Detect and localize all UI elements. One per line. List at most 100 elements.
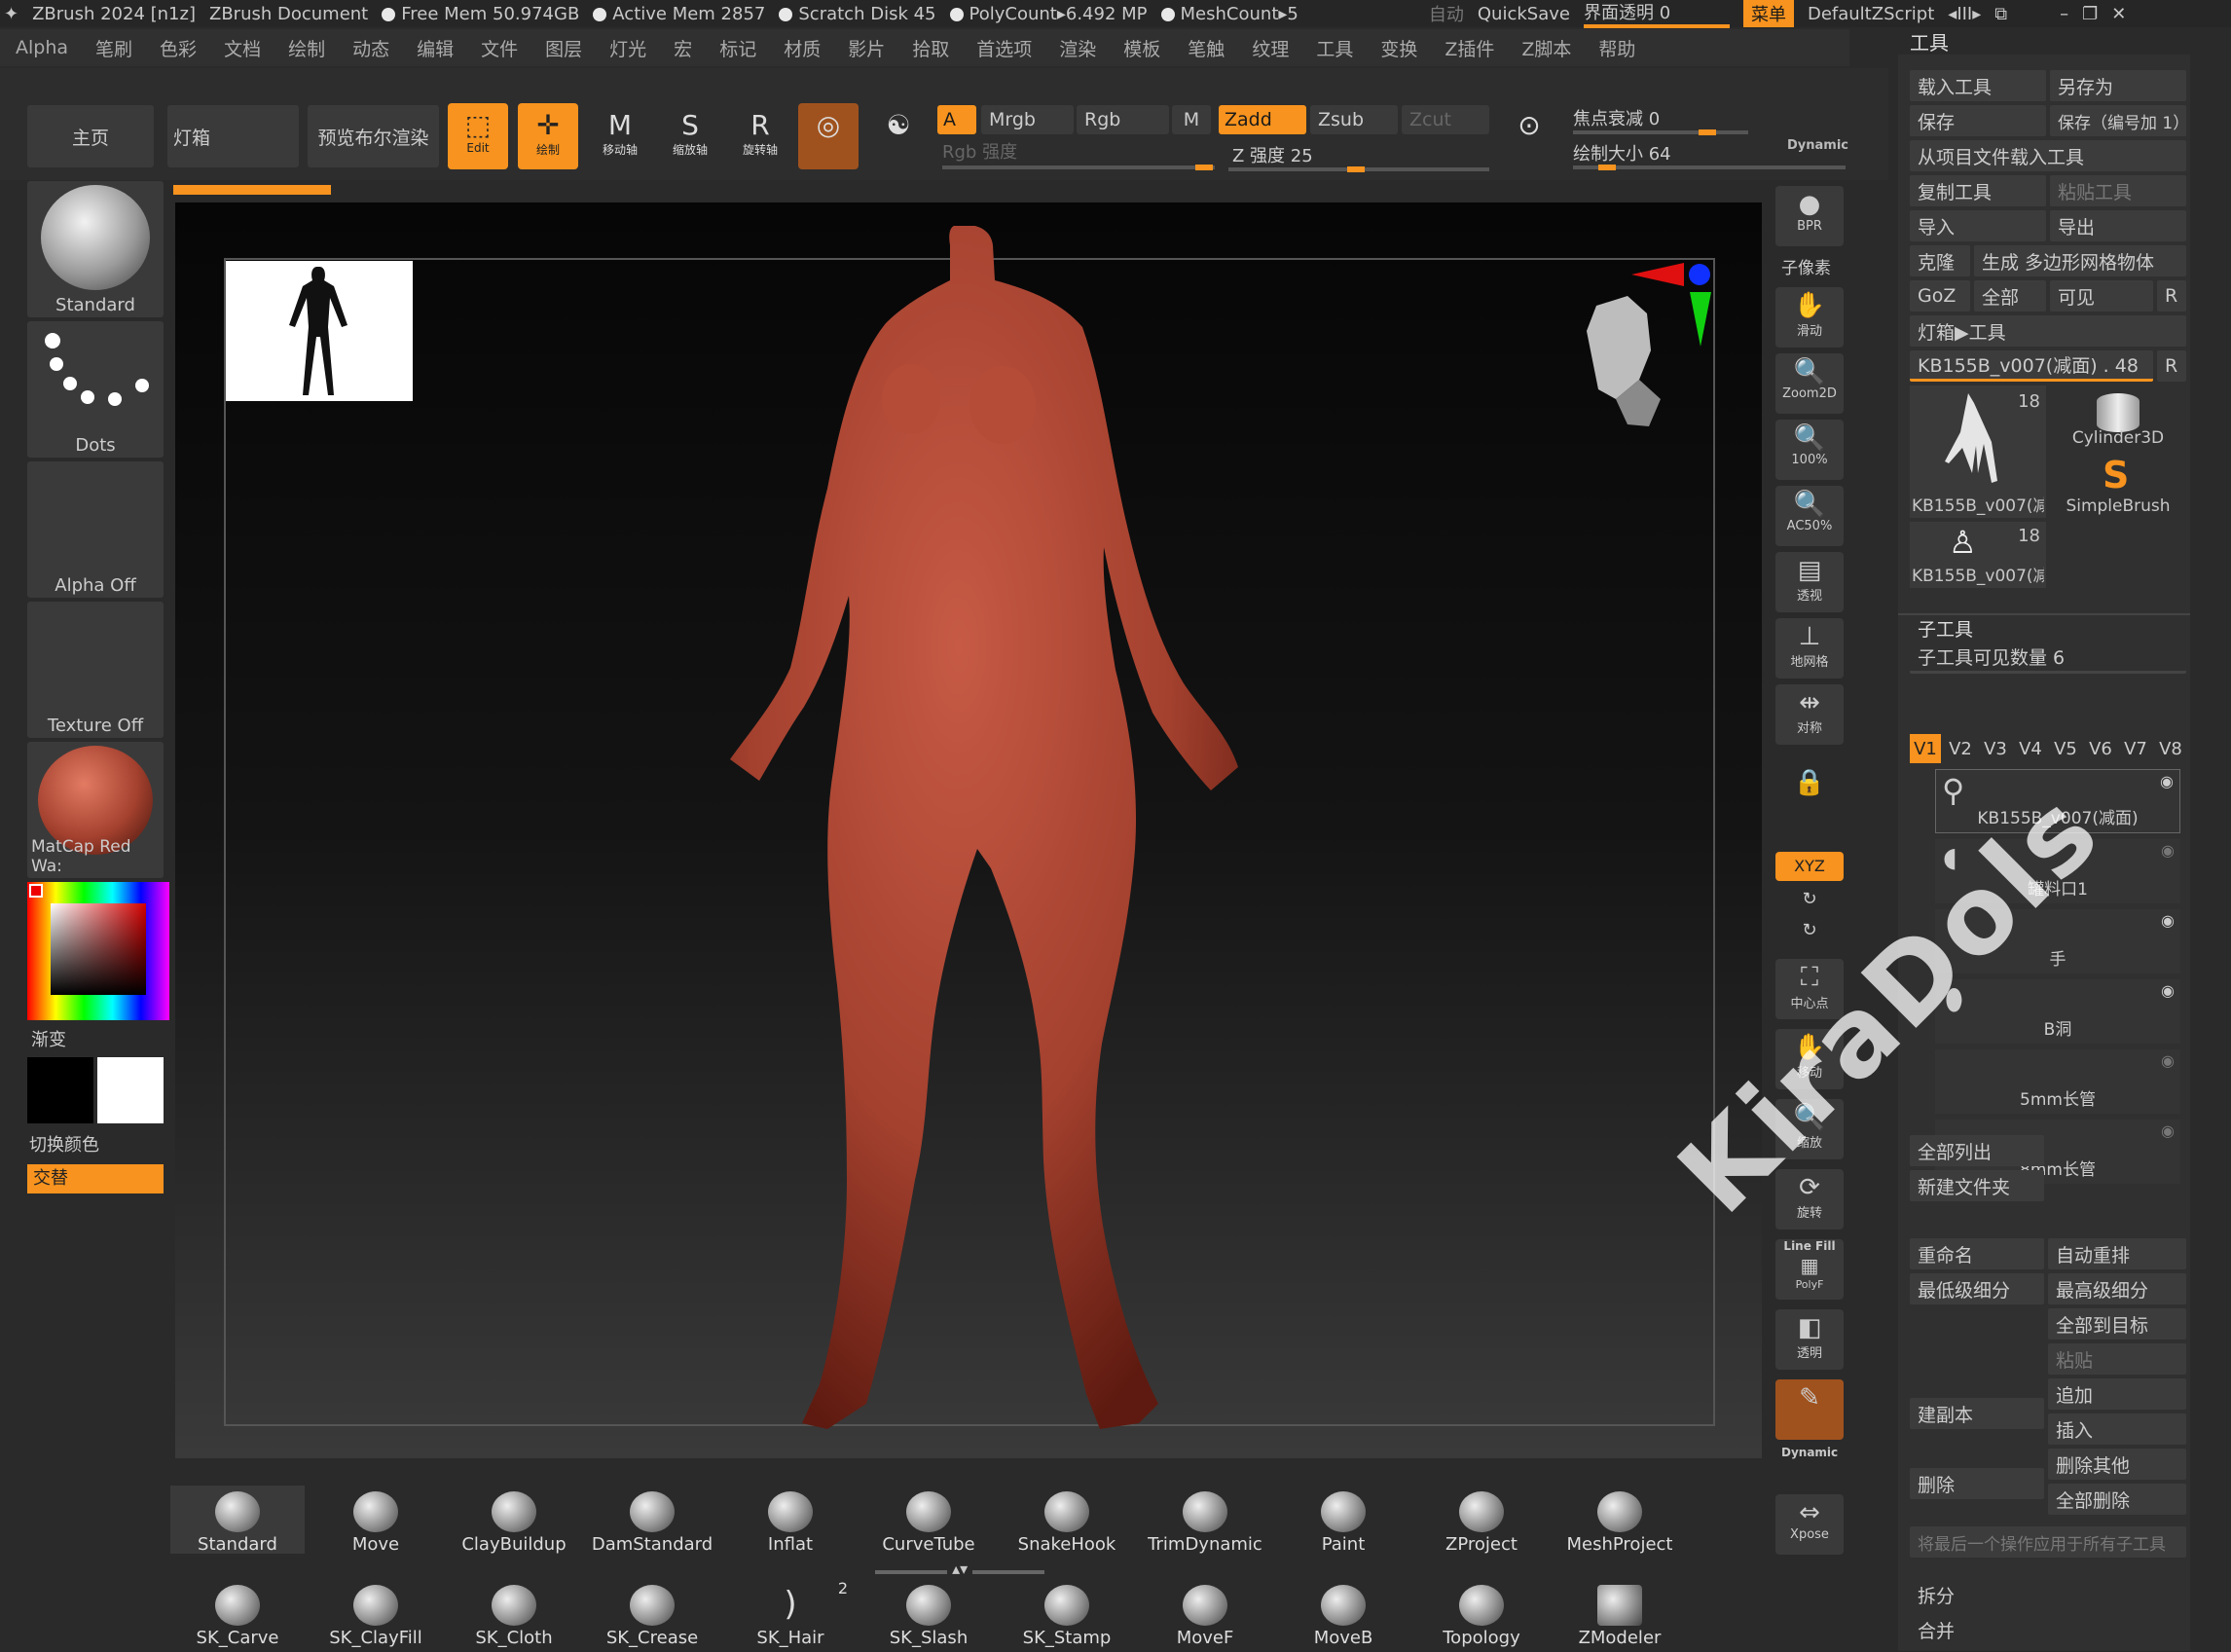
material-selector[interactable]: MatCap Red Wa: bbox=[27, 742, 164, 878]
rgb-intensity-knob[interactable] bbox=[1195, 165, 1213, 170]
menu-item[interactable]: 纹理 bbox=[1252, 35, 1289, 61]
alternate-button[interactable]: 交替 bbox=[27, 1164, 164, 1193]
primary-color-swatch[interactable] bbox=[27, 1057, 93, 1123]
visibility-eye-icon[interactable]: ◉ bbox=[2160, 772, 2174, 790]
z-intensity-knob[interactable] bbox=[1347, 166, 1365, 172]
brush-sk-carve[interactable]: SK_Carve bbox=[170, 1579, 305, 1648]
new-folder-button[interactable]: 新建文件夹 bbox=[1910, 1170, 2044, 1201]
edit-button[interactable]: ⬚ Edit bbox=[448, 103, 508, 169]
perspective-button[interactable]: ▤ 透视 bbox=[1775, 552, 1844, 612]
gradient-label[interactable]: 渐变 bbox=[31, 1026, 66, 1051]
subtool-tab-v1[interactable]: V1 bbox=[1910, 734, 1941, 763]
zcut-toggle[interactable]: Zcut bbox=[1402, 105, 1489, 134]
lock-icon[interactable]: 🔒 bbox=[1775, 764, 1844, 825]
focal-shift-slider[interactable]: 焦点衰减 0 bbox=[1573, 105, 1660, 130]
menu-button[interactable]: 菜单 bbox=[1742, 0, 1794, 27]
menu-item[interactable]: 拾取 bbox=[912, 35, 949, 61]
xyz-button[interactable]: XYZ bbox=[1775, 852, 1844, 881]
make-polymesh-button[interactable]: 生成 多边形网格物体 bbox=[1974, 245, 2186, 276]
copy-tool-button[interactable]: 复制工具 bbox=[1910, 175, 2046, 206]
subpixel-label[interactable]: 子像素 bbox=[1781, 254, 1831, 278]
menu-item[interactable]: 材质 bbox=[784, 35, 821, 61]
merge-section[interactable]: 合并 bbox=[1910, 1614, 2186, 1645]
menu-item[interactable]: Alpha bbox=[16, 37, 68, 58]
color-picker[interactable] bbox=[27, 882, 169, 1020]
m-toggle[interactable]: M bbox=[1172, 105, 1211, 134]
brush-zmodeler[interactable]: ZModeler bbox=[1553, 1579, 1687, 1648]
menu-item[interactable]: 编辑 bbox=[417, 35, 454, 61]
brush-meshproject[interactable]: MeshProject bbox=[1553, 1486, 1687, 1555]
lightbox-button[interactable]: 灯箱 bbox=[167, 105, 299, 167]
draw-button[interactable]: ✛ 绘制 bbox=[518, 103, 578, 169]
visibility-eye-icon[interactable]: ◉ bbox=[2161, 911, 2175, 930]
rotate-z-icon[interactable]: ↻ bbox=[1775, 916, 1844, 945]
goz-r-button[interactable]: R bbox=[2157, 280, 2186, 312]
goz-visible-button[interactable]: 可见 bbox=[2050, 280, 2153, 312]
brush-moveb[interactable]: MoveB bbox=[1276, 1579, 1410, 1648]
brush-bar-scroll-arrows-icon[interactable]: ▴▾ bbox=[875, 1560, 1070, 1578]
move-axis-button[interactable]: M 移动轴 bbox=[590, 103, 650, 169]
menu-item[interactable]: 图层 bbox=[545, 35, 582, 61]
subtool-tab-v2[interactable]: V2 bbox=[1945, 734, 1976, 763]
layout-arrows-icon[interactable]: ◂III▸ bbox=[1948, 4, 1981, 24]
home-button[interactable]: 主页 bbox=[27, 105, 154, 167]
menu-item[interactable]: 首选项 bbox=[976, 35, 1032, 61]
polyframe-button[interactable]: Line Fill ▦ PolyF bbox=[1775, 1239, 1844, 1300]
rgb-intensity-track[interactable] bbox=[942, 165, 1215, 169]
insert-button[interactable]: 插入 bbox=[2048, 1413, 2186, 1445]
menu-item[interactable]: 渲染 bbox=[1059, 35, 1096, 61]
floor-grid-button[interactable]: ⊥ 地网格 bbox=[1775, 618, 1844, 679]
main-color-swatch[interactable] bbox=[29, 884, 43, 898]
stroke-lazymouse-icon[interactable]: ⊙ bbox=[1499, 103, 1559, 169]
current-tool-r-button[interactable]: R bbox=[2157, 350, 2186, 382]
menu-item[interactable]: 标记 bbox=[719, 35, 756, 61]
subtool-tab-v4[interactable]: V4 bbox=[2015, 734, 2046, 763]
zadd-toggle[interactable]: Zadd bbox=[1219, 105, 1306, 134]
brush-move[interactable]: Move bbox=[309, 1486, 443, 1555]
quicksave-button[interactable]: QuickSave bbox=[1478, 4, 1570, 24]
xpose-button[interactable]: ⇔ Xpose bbox=[1775, 1494, 1844, 1555]
menu-item[interactable]: Z插件 bbox=[1445, 35, 1494, 61]
brush-curvetube[interactable]: CurveTube bbox=[861, 1486, 996, 1555]
subtool-tab-v3[interactable]: V3 bbox=[1980, 734, 2011, 763]
menu-item[interactable]: 文档 bbox=[224, 35, 261, 61]
brush-topology[interactable]: Topology bbox=[1414, 1579, 1549, 1648]
current-tool-slider[interactable]: KB155B_v007(减面) . 48 bbox=[1910, 350, 2153, 382]
tool-thumbnail-cylinder[interactable]: Cylinder3D bbox=[2050, 385, 2186, 452]
restore-icon[interactable]: ❐ bbox=[2082, 4, 2098, 24]
brush-claybuildup[interactable]: ClayBuildup bbox=[447, 1486, 581, 1555]
preview-bpr-button[interactable]: 预览布尔渲染 bbox=[308, 105, 439, 167]
brush-paint[interactable]: Paint bbox=[1276, 1486, 1410, 1555]
brush-sk-hair[interactable]: ) SK_Hair 2 bbox=[723, 1579, 858, 1648]
texture-selector[interactable]: Texture Off bbox=[27, 602, 164, 738]
tool-thumbnail-kb155b[interactable]: 18 KB155B_v007(减 bbox=[1910, 385, 2046, 518]
brush-sk-stamp[interactable]: SK_Stamp bbox=[1000, 1579, 1134, 1648]
export-button[interactable]: 导出 bbox=[2050, 210, 2186, 241]
rotate-y-icon[interactable]: ↻ bbox=[1775, 885, 1844, 914]
sculpt-figure[interactable] bbox=[681, 226, 1265, 1452]
brush-snakehook[interactable]: SnakeHook bbox=[1000, 1486, 1134, 1555]
ac50-button[interactable]: 🔍 AC50% bbox=[1775, 486, 1844, 546]
zsub-toggle[interactable]: Zsub bbox=[1310, 105, 1398, 134]
zoom100-button[interactable]: 🔍 100% bbox=[1775, 420, 1844, 480]
split-section[interactable]: 拆分 bbox=[1910, 1579, 2186, 1610]
goz-button[interactable]: GoZ bbox=[1910, 280, 1970, 312]
lowest-subdivision-button[interactable]: 最低级细分 bbox=[1910, 1273, 2044, 1304]
menu-item[interactable]: 色彩 bbox=[160, 35, 197, 61]
append-button[interactable]: 追加 bbox=[2048, 1378, 2186, 1410]
goz-all-button[interactable]: 全部 bbox=[1974, 280, 2046, 312]
brush-sk-clayfill[interactable]: SK_ClayFill bbox=[309, 1579, 443, 1648]
highest-subdivision-button[interactable]: 最高级细分 bbox=[2048, 1273, 2186, 1304]
secondary-color-swatch[interactable] bbox=[97, 1057, 164, 1123]
symmetry-button[interactable]: ⇹ 对称 bbox=[1775, 684, 1844, 745]
menu-item[interactable]: 帮助 bbox=[1598, 35, 1635, 61]
transparency-button[interactable]: ◧ 透明 bbox=[1775, 1309, 1844, 1370]
focal-shift-track[interactable] bbox=[1573, 130, 1748, 134]
tool-thumbnail-kb155b-2[interactable]: ♙ 18 KB155B_v007(减 bbox=[1910, 522, 2046, 588]
all-to-target-button[interactable]: 全部到目标 bbox=[2048, 1308, 2186, 1340]
paste-subtool-button[interactable]: 粘贴 bbox=[2048, 1343, 2186, 1375]
brush-sk-cloth[interactable]: SK_Cloth bbox=[447, 1579, 581, 1648]
brush-sk-slash[interactable]: SK_Slash bbox=[861, 1579, 996, 1648]
ghost-button[interactable]: ✎ bbox=[1775, 1379, 1844, 1440]
rotate-axis-button[interactable]: R 旋转轴 bbox=[730, 103, 790, 169]
